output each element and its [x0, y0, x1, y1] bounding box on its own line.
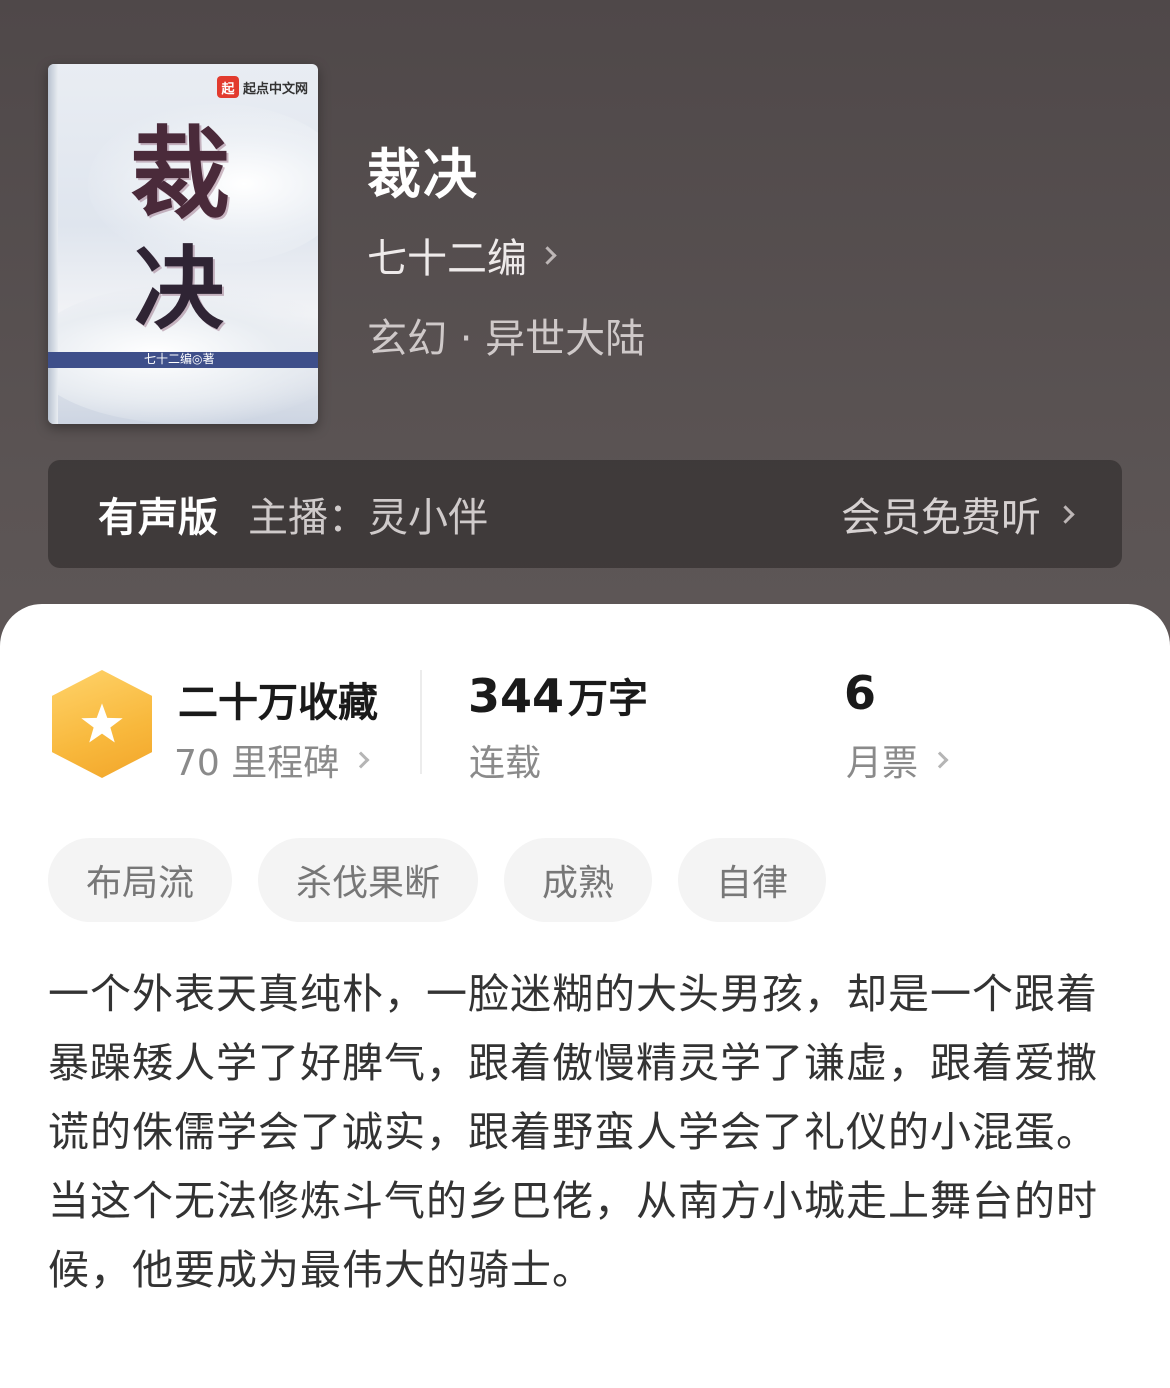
audio-label: 有声版: [98, 495, 218, 541]
collection-badge: [52, 670, 152, 778]
serial-status: 连载: [469, 743, 542, 784]
chevron-right-icon: [538, 245, 557, 265]
description-paragraph: 一个外表天真纯朴，一脸迷糊的大头男孩，却是一个跟着暴躁矮人学了好脾气，跟着傲慢精…: [48, 970, 1098, 1156]
book-cover[interactable]: 起 起点中文网 裁 决 七十二编◎著: [48, 64, 318, 424]
chevron-right-icon: [1056, 504, 1075, 524]
word-count-number: 344: [468, 669, 565, 723]
description-paragraph: 当这个无法修炼斗气的乡巴佬，从南方小城走上舞台的时候，他要成为最伟大的骑士。: [48, 1177, 1098, 1294]
chevron-right-icon: [352, 751, 370, 769]
tag-chip[interactable]: 布局流: [48, 838, 233, 922]
book-detail-card: 二十万收藏 70 里程碑 344 万字 连载 6 月票 布局流 杀伐果断 成熟 自…: [0, 604, 1170, 1388]
author-link[interactable]: 七十二编: [367, 226, 557, 284]
member-free-listen-button[interactable]: 会员免费听: [841, 485, 1075, 543]
tag-chip[interactable]: 成熟: [504, 838, 653, 922]
chevron-right-icon: [931, 751, 949, 769]
star-icon: [81, 703, 123, 743]
tag-list: 布局流 杀伐果断 成熟 自律: [48, 838, 827, 922]
cover-title-char: 决: [134, 236, 224, 342]
book-description[interactable]: 一个外表天真纯朴，一脸迷糊的大头男孩，却是一个跟着暴躁矮人学了好脾气，跟着傲慢精…: [48, 960, 1124, 1305]
audio-version-bar[interactable]: 有声版 主播：灵小伴 会员免费听: [48, 460, 1122, 568]
monthly-votes-label: 月票: [846, 743, 919, 784]
tag-chip[interactable]: 杀伐果断: [258, 838, 479, 922]
book-genre: 玄幻 · 异世大陆: [367, 316, 646, 362]
audio-host: 主播：灵小伴: [248, 495, 488, 541]
cta-label: 会员免费听: [841, 495, 1041, 541]
publisher-logo-icon: 起: [216, 76, 239, 98]
publisher-logo: 起 起点中文网: [216, 76, 308, 98]
word-count-unit: 万字: [568, 676, 649, 722]
monthly-votes-count: 6: [844, 666, 877, 720]
cover-title-char: 裁: [130, 115, 230, 233]
publisher-logo-text: 起点中文网: [242, 81, 308, 97]
cover-spine: [48, 64, 58, 424]
cover-author: 七十二编◎著: [144, 352, 215, 366]
stat-divider: [420, 670, 422, 774]
word-count: 344 万字: [468, 666, 648, 724]
tag-chip[interactable]: 自律: [678, 838, 827, 922]
book-title: 裁决: [367, 143, 479, 206]
collections-count: 二十万收藏: [178, 680, 378, 726]
milestones-label: 70 里程碑: [174, 743, 340, 784]
milestones-link[interactable]: 70 里程碑: [174, 734, 370, 786]
author-name: 七十二编: [367, 236, 527, 282]
monthly-votes-link[interactable]: 月票: [846, 734, 949, 786]
